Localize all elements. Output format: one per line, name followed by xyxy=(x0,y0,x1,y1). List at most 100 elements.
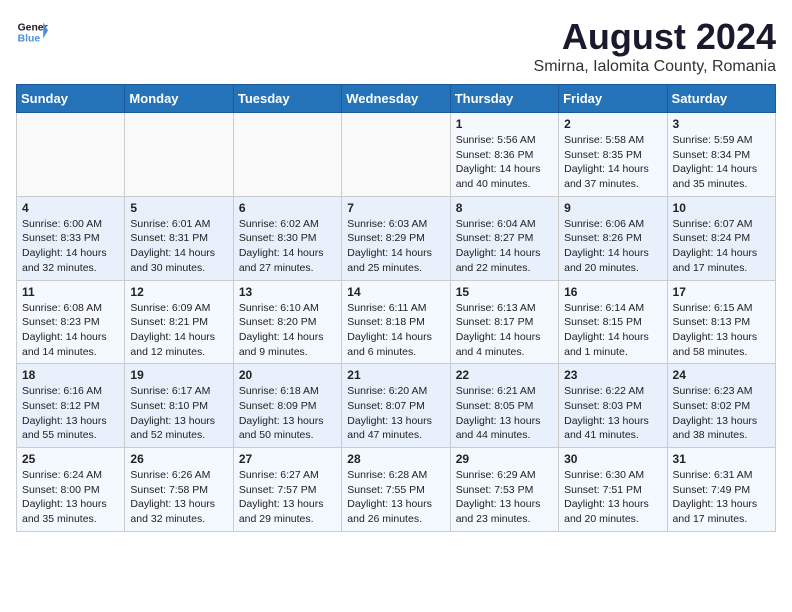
calendar-cell: 8Sunrise: 6:04 AM Sunset: 8:27 PM Daylig… xyxy=(450,196,558,280)
cell-content: Sunrise: 6:29 AM Sunset: 7:53 PM Dayligh… xyxy=(456,468,553,527)
day-number: 17 xyxy=(673,285,770,299)
day-number: 9 xyxy=(564,201,661,215)
calendar-cell: 28 Sunrise: 6:28 AM Sunset: 7:55 PM Dayli… xyxy=(342,448,450,532)
cell-content: Sunrise: 6:30 AM Sunset: 7:51 PM Dayligh… xyxy=(564,468,661,527)
cell-content: Sunrise: 6:23 AM Sunset: 8:02 PM Dayligh… xyxy=(673,384,770,443)
calendar-cell: 10 Sunrise: 6:07 AM Sunset: 8:24 PM Dayli… xyxy=(667,196,775,280)
calendar-cell: 21 Sunrise: 6:20 AM Sunset: 8:07 PM Dayli… xyxy=(342,364,450,448)
day-number: 30 xyxy=(564,452,661,466)
cell-content: Sunrise: 6:24 AM Sunset: 8:00 PM Dayligh… xyxy=(22,468,119,527)
calendar-cell: 31Sunrise: 6:31 AM Sunset: 7:49 PM Dayli… xyxy=(667,448,775,532)
day-number: 11 xyxy=(22,285,119,299)
day-number: 12 xyxy=(130,285,227,299)
calendar-cell xyxy=(17,113,125,197)
cell-content: Sunrise: 6:13 AM Sunset: 8:17 PM Dayligh… xyxy=(456,301,553,360)
day-number: 28 xyxy=(347,452,444,466)
calendar-cell: 19 Sunrise: 6:17 AM Sunset: 8:10 PM Dayli… xyxy=(125,364,233,448)
day-number: 26 xyxy=(130,452,227,466)
cell-content: Sunrise: 6:16 AM Sunset: 8:12 PM Dayligh… xyxy=(22,384,119,443)
calendar-cell: 13Sunrise: 6:10 AM Sunset: 8:20 PM Dayli… xyxy=(233,280,341,364)
calendar-cell: 2 Sunrise: 5:58 AM Sunset: 8:35 PM Daylig… xyxy=(559,113,667,197)
location: Smirna, Ialomita County, Romania xyxy=(534,58,776,76)
day-number: 14 xyxy=(347,285,444,299)
day-number: 31 xyxy=(673,452,770,466)
day-number: 5 xyxy=(130,201,227,215)
calendar-cell: 12 Sunrise: 6:09 AM Sunset: 8:21 PM Dayli… xyxy=(125,280,233,364)
cell-content: Sunrise: 6:00 AM Sunset: 8:33 PM Dayligh… xyxy=(22,217,119,276)
calendar-cell xyxy=(342,113,450,197)
day-number: 8 xyxy=(456,201,553,215)
month-year: August 2024 xyxy=(534,16,776,58)
calendar-cell: 5 Sunrise: 6:01 AM Sunset: 8:31 PM Daylig… xyxy=(125,196,233,280)
cell-content: Sunrise: 6:02 AM Sunset: 8:30 PM Dayligh… xyxy=(239,217,336,276)
cell-content: Sunrise: 5:56 AM Sunset: 8:36 PM Dayligh… xyxy=(456,133,553,192)
calendar-cell: 9 Sunrise: 6:06 AM Sunset: 8:26 PM Daylig… xyxy=(559,196,667,280)
cell-content: Sunrise: 6:15 AM Sunset: 8:13 PM Dayligh… xyxy=(673,301,770,360)
calendar-cell: 15 Sunrise: 6:13 AM Sunset: 8:17 PM Dayli… xyxy=(450,280,558,364)
calendar-table: SundayMondayTuesdayWednesdayThursdayFrid… xyxy=(16,84,776,532)
day-number: 21 xyxy=(347,368,444,382)
cell-content: Sunrise: 6:22 AM Sunset: 8:03 PM Dayligh… xyxy=(564,384,661,443)
day-number: 3 xyxy=(673,117,770,131)
day-number: 22 xyxy=(456,368,553,382)
logo-icon: General Blue xyxy=(16,16,48,48)
day-number: 20 xyxy=(239,368,336,382)
day-number: 25 xyxy=(22,452,119,466)
weekday-header-thursday: Thursday xyxy=(450,85,558,113)
day-number: 4 xyxy=(22,201,119,215)
calendar-cell xyxy=(125,113,233,197)
cell-content: Sunrise: 6:03 AM Sunset: 8:29 PM Dayligh… xyxy=(347,217,444,276)
calendar-cell: 25 Sunrise: 6:24 AM Sunset: 8:00 PM Dayli… xyxy=(17,448,125,532)
day-number: 6 xyxy=(239,201,336,215)
calendar-cell: 14 Sunrise: 6:11 AM Sunset: 8:18 PM Dayli… xyxy=(342,280,450,364)
day-number: 29 xyxy=(456,452,553,466)
weekday-header-monday: Monday xyxy=(125,85,233,113)
cell-content: Sunrise: 6:06 AM Sunset: 8:26 PM Dayligh… xyxy=(564,217,661,276)
calendar-cell: 23 Sunrise: 6:22 AM Sunset: 8:03 PM Dayli… xyxy=(559,364,667,448)
calendar-cell: 18 Sunrise: 6:16 AM Sunset: 8:12 PM Dayli… xyxy=(17,364,125,448)
header: General Blue August 2024 Smirna, Ialomit… xyxy=(16,16,776,76)
calendar-cell: 6 Sunrise: 6:02 AM Sunset: 8:30 PM Daylig… xyxy=(233,196,341,280)
day-number: 27 xyxy=(239,452,336,466)
weekday-header-wednesday: Wednesday xyxy=(342,85,450,113)
cell-content: Sunrise: 6:01 AM Sunset: 8:31 PM Dayligh… xyxy=(130,217,227,276)
cell-content: Sunrise: 5:58 AM Sunset: 8:35 PM Dayligh… xyxy=(564,133,661,192)
day-number: 23 xyxy=(564,368,661,382)
day-number: 19 xyxy=(130,368,227,382)
day-number: 13 xyxy=(239,285,336,299)
weekday-header-saturday: Saturday xyxy=(667,85,775,113)
svg-text:Blue: Blue xyxy=(18,34,41,45)
day-number: 10 xyxy=(673,201,770,215)
calendar-cell: 30 Sunrise: 6:30 AM Sunset: 7:51 PM Dayli… xyxy=(559,448,667,532)
cell-content: Sunrise: 6:07 AM Sunset: 8:24 PM Dayligh… xyxy=(673,217,770,276)
day-number: 18 xyxy=(22,368,119,382)
cell-content: Sunrise: 6:18 AM Sunset: 8:09 PM Dayligh… xyxy=(239,384,336,443)
cell-content: Sunrise: 6:08 AM Sunset: 8:23 PM Dayligh… xyxy=(22,301,119,360)
cell-content: Sunrise: 6:27 AM Sunset: 7:57 PM Dayligh… xyxy=(239,468,336,527)
day-number: 2 xyxy=(564,117,661,131)
logo: General Blue xyxy=(16,16,48,48)
day-number: 24 xyxy=(673,368,770,382)
cell-content: Sunrise: 6:14 AM Sunset: 8:15 PM Dayligh… xyxy=(564,301,661,360)
cell-content: Sunrise: 6:28 AM Sunset: 7:55 PM Dayligh… xyxy=(347,468,444,527)
calendar-cell: 11 Sunrise: 6:08 AM Sunset: 8:23 PM Dayli… xyxy=(17,280,125,364)
day-number: 7 xyxy=(347,201,444,215)
cell-content: Sunrise: 6:17 AM Sunset: 8:10 PM Dayligh… xyxy=(130,384,227,443)
cell-content: Sunrise: 6:09 AM Sunset: 8:21 PM Dayligh… xyxy=(130,301,227,360)
calendar-cell: 1Sunrise: 5:56 AM Sunset: 8:36 PM Daylig… xyxy=(450,113,558,197)
calendar-cell: 4 Sunrise: 6:00 AM Sunset: 8:33 PM Daylig… xyxy=(17,196,125,280)
cell-content: Sunrise: 6:11 AM Sunset: 8:18 PM Dayligh… xyxy=(347,301,444,360)
calendar-cell: 27 Sunrise: 6:27 AM Sunset: 7:57 PM Dayli… xyxy=(233,448,341,532)
title-area: August 2024 Smirna, Ialomita County, Rom… xyxy=(534,16,776,76)
weekday-header-friday: Friday xyxy=(559,85,667,113)
day-number: 16 xyxy=(564,285,661,299)
cell-content: Sunrise: 6:20 AM Sunset: 8:07 PM Dayligh… xyxy=(347,384,444,443)
day-number: 15 xyxy=(456,285,553,299)
calendar-cell: 22 Sunrise: 6:21 AM Sunset: 8:05 PM Dayli… xyxy=(450,364,558,448)
cell-content: Sunrise: 5:59 AM Sunset: 8:34 PM Dayligh… xyxy=(673,133,770,192)
calendar-cell: 17 Sunrise: 6:15 AM Sunset: 8:13 PM Dayli… xyxy=(667,280,775,364)
cell-content: Sunrise: 6:26 AM Sunset: 7:58 PM Dayligh… xyxy=(130,468,227,527)
weekday-header-tuesday: Tuesday xyxy=(233,85,341,113)
cell-content: Sunrise: 6:21 AM Sunset: 8:05 PM Dayligh… xyxy=(456,384,553,443)
calendar-cell: 24 Sunrise: 6:23 AM Sunset: 8:02 PM Dayli… xyxy=(667,364,775,448)
